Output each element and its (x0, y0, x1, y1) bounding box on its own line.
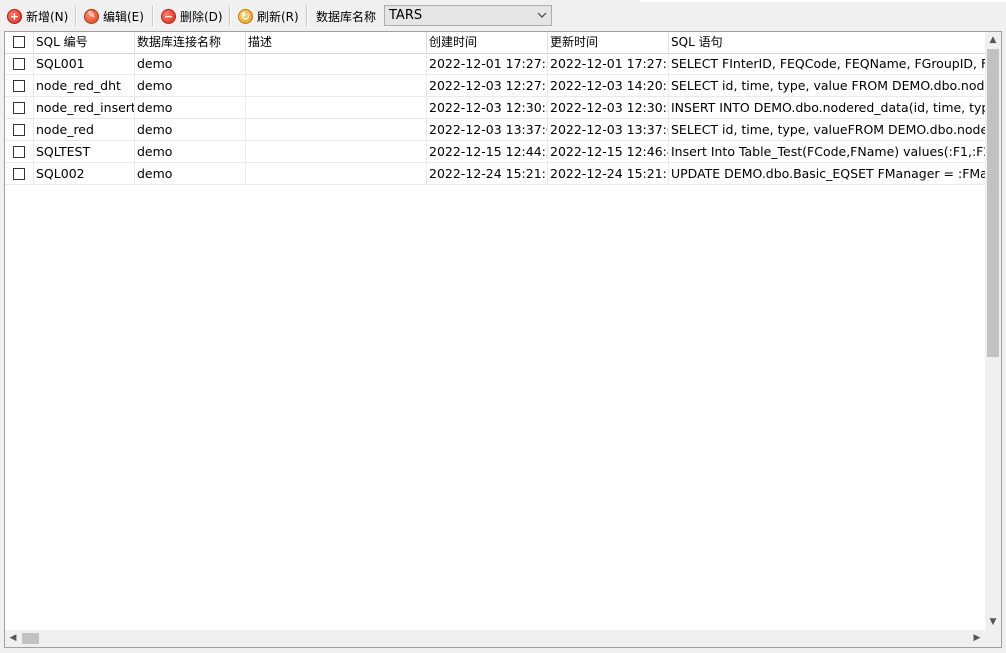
cell-sql-statement[interactable]: UPDATE DEMO.dbo.Basic_EQSET FManager = :… (669, 163, 987, 185)
scroll-down-icon[interactable]: ▼ (985, 614, 1001, 630)
toolbar-separator (229, 6, 231, 26)
toolbar-strip (640, 0, 1006, 2)
horizontal-scrollbar[interactable]: ◀ ▶ (5, 630, 985, 647)
cell-connection-name[interactable]: demo (135, 163, 246, 185)
cell-connection-name[interactable]: demo (135, 119, 246, 141)
cell-description[interactable] (246, 97, 427, 119)
column-header-created-time[interactable]: 创建时间 (427, 32, 548, 53)
cell-connection-name[interactable]: demo (135, 53, 246, 75)
scroll-right-icon[interactable]: ▶ (969, 630, 985, 647)
cell-updated-time[interactable]: 2022-12-24 15:21:12 (548, 163, 669, 185)
cell-sql-code[interactable]: SQL001 (34, 53, 135, 75)
cell-connection-name[interactable]: demo (135, 141, 246, 163)
cell-sql-code[interactable]: node_red_dht (34, 75, 135, 97)
minus-circle-icon: − (161, 8, 176, 24)
scroll-up-icon[interactable]: ▲ (985, 32, 1001, 48)
sql-table: SQL 编号 数据库连接名称 描述 创建时间 更新时间 SQL 语句 SQL00… (4, 31, 1002, 648)
cell-connection-name[interactable]: demo (135, 97, 246, 119)
vertical-scrollbar[interactable]: ▲ ▼ (985, 32, 1001, 630)
cell-sql-statement[interactable]: SELECT id, time, type, value FROM DEMO.d… (669, 75, 987, 97)
database-select-value: TARS (389, 8, 423, 23)
column-header-sql-code[interactable]: SQL 编号 (34, 32, 135, 53)
cell-sql-code[interactable]: SQL002 (34, 163, 135, 185)
row-select-cell (5, 141, 34, 163)
toolbar-separator (306, 6, 308, 26)
row-select-cell (5, 53, 34, 75)
table-row[interactable]: node_reddemo 2022-12-03 13:37:002022-12-0… (5, 119, 987, 141)
cell-created-time[interactable]: 2022-12-03 12:30:24 (427, 97, 548, 119)
column-header-description[interactable]: 描述 (246, 32, 427, 53)
column-header-sql-statement[interactable]: SQL 语句 (669, 32, 987, 53)
cell-description[interactable] (246, 141, 427, 163)
toolbar-separator (75, 6, 77, 26)
cell-sql-code[interactable]: SQLTEST (34, 141, 135, 163)
cell-updated-time[interactable]: 2022-12-15 12:46:47 (548, 141, 669, 163)
cell-updated-time[interactable]: 2022-12-01 17:27:55 (548, 53, 669, 75)
delete-button-label: 删除(D) (180, 9, 223, 24)
scrollbar-corner (985, 630, 1001, 647)
scroll-left-icon[interactable]: ◀ (5, 630, 21, 647)
cell-sql-code[interactable]: node_red (34, 119, 135, 141)
cell-description[interactable] (246, 163, 427, 185)
toolbar-separator (152, 6, 154, 26)
cell-sql-code[interactable]: node_red_insert (34, 97, 135, 119)
cell-sql-statement[interactable]: SELECT id, time, type, valueFROM DEMO.db… (669, 119, 987, 141)
table-row[interactable]: SQLTESTdemo 2022-12-15 12:44:252022-12-15… (5, 141, 987, 163)
table-row[interactable]: node_red_dhtdemo 2022-12-03 12:27:162022-… (5, 75, 987, 97)
table-row[interactable]: node_red_insertdemo 2022-12-03 12:30:2420… (5, 97, 987, 119)
header-select-all-cell (5, 32, 34, 53)
cell-created-time[interactable]: 2022-12-01 17:27:55 (427, 53, 548, 75)
cell-description[interactable] (246, 75, 427, 97)
row-checkbox[interactable] (13, 58, 25, 70)
cell-updated-time[interactable]: 2022-12-03 12:30:24 (548, 97, 669, 119)
column-header-connection-name[interactable]: 数据库连接名称 (135, 32, 246, 53)
edit-button[interactable]: ✎ 编辑(E) (84, 6, 144, 26)
row-select-cell (5, 97, 34, 119)
row-select-cell (5, 119, 34, 141)
table-header: SQL 编号 数据库连接名称 描述 创建时间 更新时间 SQL 语句 (5, 32, 987, 54)
table-row[interactable]: SQL001demo 2022-12-01 17:27:552022-12-01 … (5, 53, 987, 75)
row-checkbox[interactable] (13, 80, 25, 92)
row-select-cell (5, 163, 34, 185)
edit-button-label: 编辑(E) (103, 9, 144, 24)
cell-created-time[interactable]: 2022-12-03 13:37:00 (427, 119, 548, 141)
pencil-circle-icon: ✎ (84, 8, 99, 24)
refresh-button[interactable]: ↻ 刷新(R) (238, 6, 299, 26)
refresh-button-label: 刷新(R) (257, 9, 299, 24)
table-row[interactable]: SQL002demo 2022-12-24 15:21:122022-12-24 … (5, 163, 987, 185)
column-header-updated-time[interactable]: 更新时间 (548, 32, 669, 53)
row-checkbox[interactable] (13, 146, 25, 158)
add-button-label: 新增(N) (26, 9, 69, 24)
cell-updated-time[interactable]: 2022-12-03 13:37:00 (548, 119, 669, 141)
vertical-scroll-thumb[interactable] (987, 49, 999, 357)
row-checkbox[interactable] (13, 102, 25, 114)
cell-created-time[interactable]: 2022-12-03 12:27:16 (427, 75, 548, 97)
row-checkbox[interactable] (13, 124, 25, 136)
cell-description[interactable] (246, 53, 427, 75)
refresh-circle-icon: ↻ (238, 8, 253, 24)
toolbar: + 新增(N) ✎ 编辑(E) − 删除(D) ↻ 刷新(R) 数据库名称 TA… (0, 0, 1006, 31)
cell-sql-statement[interactable]: INSERT INTO DEMO.dbo.nodered_data(id, ti… (669, 97, 987, 119)
chevron-down-icon[interactable] (533, 10, 551, 21)
database-select[interactable]: TARS (384, 5, 552, 26)
row-checkbox[interactable] (13, 168, 25, 180)
plus-circle-icon: + (7, 8, 22, 24)
delete-button[interactable]: − 删除(D) (161, 6, 223, 26)
cell-connection-name[interactable]: demo (135, 75, 246, 97)
select-all-checkbox[interactable] (13, 36, 25, 48)
cell-sql-statement[interactable]: Insert Into Table_Test(FCode,FName) valu… (669, 141, 987, 163)
database-name-label: 数据库名称 (316, 10, 377, 24)
cell-created-time[interactable]: 2022-12-24 15:21:12 (427, 163, 548, 185)
cell-sql-statement[interactable]: SELECT FInterID, FEQCode, FEQName, FGrou… (669, 53, 987, 75)
horizontal-scroll-thumb[interactable] (22, 633, 39, 644)
row-select-cell (5, 75, 34, 97)
add-button[interactable]: + 新增(N) (7, 6, 68, 26)
cell-description[interactable] (246, 119, 427, 141)
cell-created-time[interactable]: 2022-12-15 12:44:25 (427, 141, 548, 163)
cell-updated-time[interactable]: 2022-12-03 14:20:24 (548, 75, 669, 97)
